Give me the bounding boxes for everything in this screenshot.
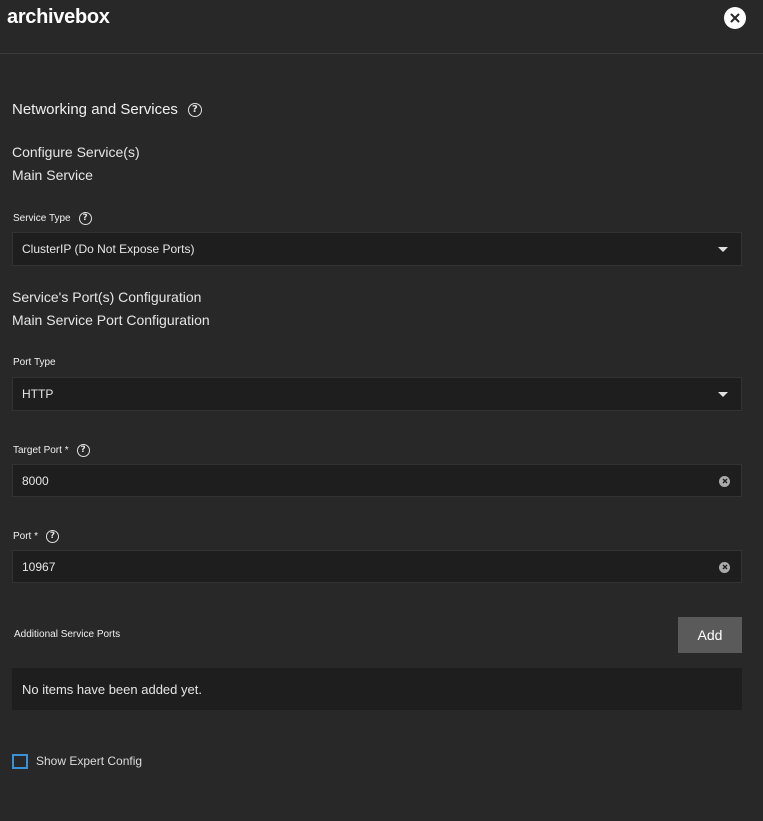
help-icon[interactable]: ? xyxy=(187,102,202,117)
target-port-label: Target Port * ? xyxy=(13,444,90,457)
target-port-input[interactable]: 8000 xyxy=(12,464,742,497)
show-expert-config-label[interactable]: Show Expert Config xyxy=(36,754,142,768)
target-port-label-text: Target Port * xyxy=(13,445,69,456)
service-type-select[interactable]: ClusterIP (Do Not Expose Ports) xyxy=(12,232,742,266)
port-value: 10967 xyxy=(22,559,56,574)
port-type-value: HTTP xyxy=(22,387,54,401)
additional-service-ports-label-text: Additional Service Ports xyxy=(14,629,121,640)
chevron-down-icon xyxy=(718,392,728,397)
show-expert-config-checkbox[interactable] xyxy=(12,754,28,769)
port-label-text: Port * xyxy=(13,531,39,542)
service-type-label-text: Service Type xyxy=(13,213,71,224)
app-title: archivebox xyxy=(7,6,110,28)
clear-icon[interactable] xyxy=(719,475,730,487)
port-type-select[interactable]: HTTP xyxy=(12,377,742,411)
port-input[interactable]: 10967 xyxy=(12,550,742,583)
target-port-value: 8000 xyxy=(22,473,49,488)
empty-list-message: No items have been added yet. xyxy=(12,668,742,710)
main-service-port-config-label: Main Service Port Configuration xyxy=(12,312,210,328)
empty-list-text: No items have been added yet. xyxy=(22,681,202,697)
service-type-value: ClusterIP (Do Not Expose Ports) xyxy=(22,242,195,256)
section-title: Networking and Services ? xyxy=(12,101,202,118)
configure-services-label: Configure Service(s) xyxy=(12,144,140,160)
add-button[interactable]: Add xyxy=(678,617,742,653)
service-type-help-icon[interactable]: ? xyxy=(78,212,92,225)
port-help-icon[interactable]: ? xyxy=(46,530,60,543)
port-type-label: Port Type xyxy=(13,357,56,368)
port-label: Port * ? xyxy=(13,530,60,543)
close-button[interactable] xyxy=(724,7,746,29)
port-type-label-text: Port Type xyxy=(13,357,56,368)
service-type-label: Service Type ? xyxy=(13,212,92,225)
additional-service-ports-label: Additional Service Ports xyxy=(14,629,120,640)
dialog-header: archivebox xyxy=(0,0,763,54)
close-icon xyxy=(730,13,740,23)
clear-icon[interactable] xyxy=(719,561,730,573)
section-title-text: Networking and Services xyxy=(12,101,178,118)
service-ports-config-label: Service's Port(s) Configuration xyxy=(12,289,202,305)
chevron-down-icon xyxy=(718,247,728,252)
target-port-help-icon[interactable]: ? xyxy=(76,444,90,457)
main-service-label: Main Service xyxy=(12,167,93,183)
